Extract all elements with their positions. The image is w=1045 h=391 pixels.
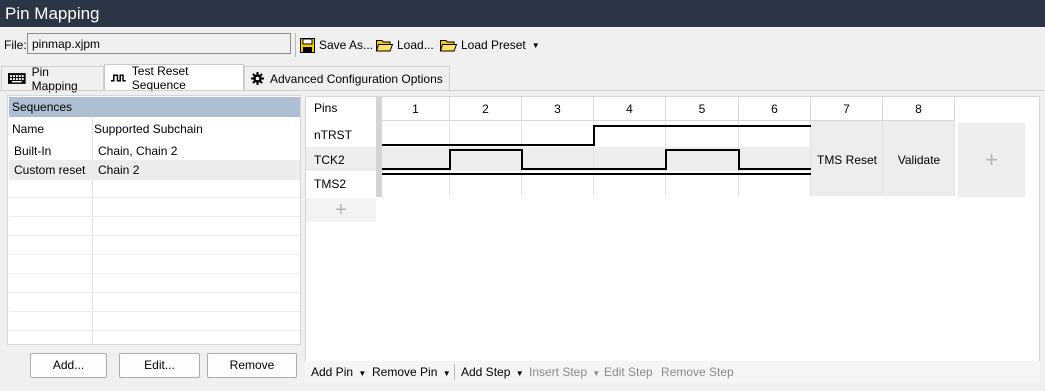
column-header-subchain[interactable]: Supported Subchain xyxy=(94,122,203,136)
tab-label: Test Reset Sequence xyxy=(131,64,189,92)
folder-open-icon xyxy=(440,40,457,52)
file-path-field[interactable] xyxy=(27,33,291,54)
folder-open-icon xyxy=(376,40,393,52)
chevron-down-icon: ▼ xyxy=(531,40,540,50)
add-pin-label: Add Pin xyxy=(311,365,354,379)
remove-pin-label: Remove Pin xyxy=(372,365,438,379)
edit-sequence-button[interactable]: Edit... xyxy=(119,353,200,378)
grid-line xyxy=(9,292,300,293)
chevron-down-icon: ▼ xyxy=(515,369,524,378)
sequence-name: Built-In xyxy=(14,144,52,158)
insert-step-label: Insert Step xyxy=(529,365,588,379)
waveform-icon xyxy=(111,74,126,82)
waveform-canvas[interactable] xyxy=(306,97,1041,197)
chevron-down-icon: ▼ xyxy=(442,369,451,378)
grid-line xyxy=(9,311,300,312)
chevron-down-icon: ▼ xyxy=(592,369,601,378)
tab-advanced-configuration[interactable]: Advanced Configuration Options xyxy=(244,66,450,90)
load-preset-label: Load Preset xyxy=(461,38,526,52)
chevron-down-icon: ▼ xyxy=(358,369,367,378)
sequences-header: Sequences xyxy=(9,97,300,117)
grid-line xyxy=(9,330,300,331)
sequence-name: Custom reset xyxy=(14,163,86,177)
tab-label: Advanced Configuration Options xyxy=(270,71,443,86)
remove-step-button[interactable]: Remove Step xyxy=(661,364,734,381)
file-label: File: xyxy=(4,38,27,52)
toolbar-separator xyxy=(295,33,296,57)
grid-toolbar: Add Pin ▼ Remove Pin ▼ Add Step ▼ Insert… xyxy=(305,361,1040,383)
sequences-table: Sequences Name Supported Subchain Built-… xyxy=(7,95,301,345)
file-toolbar: File: Save As... Load... Load Preset ▼ xyxy=(0,31,1045,59)
save-as-button[interactable]: Save As... xyxy=(300,35,373,55)
tab-strip: Pin Mapping Test Reset Sequence Advanced… xyxy=(0,64,1045,93)
column-header-name[interactable]: Name xyxy=(12,122,44,136)
remove-pin-dropdown[interactable]: Remove Pin ▼ xyxy=(372,364,451,381)
sequence-editor-grid: Pins 1 2 3 4 5 6 7 8 TMS Reset Validate … xyxy=(305,96,1040,383)
tab-divider xyxy=(0,90,1045,91)
sequence-row-built-in[interactable]: Built-In Chain, Chain 2 xyxy=(9,141,300,161)
sequence-subchain: Chain 2 xyxy=(98,163,140,177)
grid-line xyxy=(9,216,300,217)
load-preset-dropdown[interactable]: Load Preset ▼ xyxy=(440,35,540,55)
add-pin-dropdown[interactable]: Add Pin ▼ xyxy=(311,364,366,381)
waveform-ntrst[interactable] xyxy=(382,125,811,146)
save-icon xyxy=(300,37,315,53)
add-sequence-button[interactable]: Add... xyxy=(30,353,107,378)
load-button[interactable]: Load... xyxy=(376,35,434,55)
window-title: Pin Mapping xyxy=(5,4,100,23)
sequence-row-custom-reset[interactable]: Custom reset Chain 2 xyxy=(9,160,300,180)
tab-label: Pin Mapping xyxy=(31,64,78,93)
insert-step-dropdown[interactable]: Insert Step ▼ xyxy=(529,364,600,381)
load-label: Load... xyxy=(397,38,434,52)
save-as-label: Save As... xyxy=(319,38,374,52)
edit-step-button[interactable]: Edit Step xyxy=(604,364,653,381)
remove-sequence-button[interactable]: Remove xyxy=(207,353,297,378)
tab-pin-mapping[interactable]: Pin Mapping xyxy=(1,64,104,93)
grid-line xyxy=(9,197,300,198)
grid-line xyxy=(9,254,300,255)
grid-line xyxy=(9,273,300,274)
window-title-bar: Pin Mapping xyxy=(0,0,1045,27)
waveform-tck2[interactable] xyxy=(382,149,811,170)
sequence-subchain: Chain, Chain 2 xyxy=(98,144,178,158)
keyboard-icon xyxy=(8,73,26,84)
gear-icon xyxy=(251,72,264,85)
tab-test-reset-sequence[interactable]: Test Reset Sequence xyxy=(104,64,244,92)
grid-line xyxy=(9,235,300,236)
add-pin-plus-icon[interactable]: + xyxy=(306,198,376,222)
toolbar-separator xyxy=(454,364,455,380)
add-step-dropdown[interactable]: Add Step ▼ xyxy=(461,364,524,381)
add-step-label: Add Step xyxy=(461,365,511,379)
